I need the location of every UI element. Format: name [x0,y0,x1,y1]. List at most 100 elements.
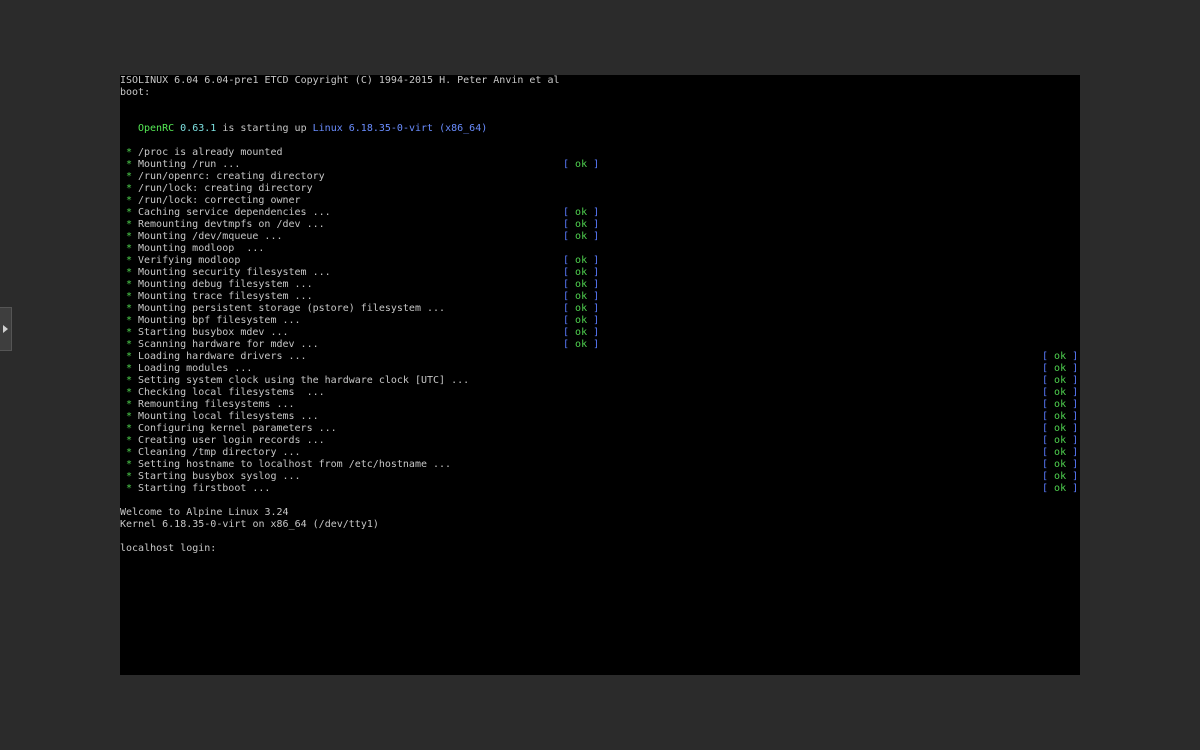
ok-status-label: ok [575,279,588,290]
service-text: Starting firstboot ... [138,483,271,494]
service-text: Mounting modloop ... [138,243,265,254]
ok-status-badge: [ ok ] [1042,447,1079,458]
ok-status-badge: [ ok ] [1042,375,1079,386]
ok-status-label: ok [1054,435,1067,446]
openrc-status-line: OpenRC 0.63.1 is starting up Linux 6.18.… [120,123,487,135]
ok-status-label: ok [1054,471,1067,482]
service-text: /run/openrc: creating directory [138,171,325,182]
service-text: /run/lock: creating directory [138,183,313,194]
service-line: * /run/lock: creating directory [120,183,313,195]
bullet-icon: * [126,315,133,326]
bullet-icon: * [126,351,133,362]
bullet-icon: * [126,375,133,386]
bullet-icon: * [126,291,133,302]
openrc-kernel: Linux 6.18.35-0-virt (x86_64) [312,123,488,134]
ok-status-label: ok [575,219,588,230]
service-line: * Setting hostname to localhost from /etc… [120,459,1078,471]
service-line: * Mounting bpf filesystem ... [ ok ] [120,315,599,327]
bullet-icon: * [126,339,133,350]
service-line: * Mounting local filesystems ... [ ok ] [120,411,1078,423]
bullet-icon: * [126,303,133,314]
service-text: Mounting trace filesystem ... [138,291,313,302]
service-text: Mounting /dev/mqueue ... [138,231,283,242]
isolinux-banner: ISOLINUX 6.04 6.04-pre1 ETCD Copyright (… [120,75,560,86]
login-line[interactable]: localhost login: [120,543,222,555]
bullet-icon: * [126,363,133,374]
ok-status-label: ok [1054,363,1067,374]
bullet-icon: * [126,231,133,242]
ok-status-badge: [ ok ] [563,231,600,242]
service-line: * Mounting persistent storage (pstore) fi… [120,303,599,315]
service-text: Setting system clock using the hardware … [138,375,470,386]
bullet-icon: * [126,483,133,494]
ok-status-label: ok [575,231,588,242]
ok-status-label: ok [1054,387,1067,398]
kernel-info: Kernel 6.18.35-0-virt on x86_64 (/dev/tt… [120,519,379,530]
ok-status-badge: [ ok ] [563,303,600,314]
service-text: /proc is already mounted [138,147,283,158]
openrc-name: OpenRC [138,123,175,134]
ok-status-badge: [ ok ] [563,339,600,350]
ok-status-label: ok [575,159,588,170]
side-panel-toggle[interactable] [0,307,12,351]
openrc-middle-text: is starting up [222,123,307,134]
service-line: * /proc is already mounted [120,147,283,159]
ok-status-label: ok [1054,375,1067,386]
ok-status-label: ok [575,303,588,314]
service-text: Mounting debug filesystem ... [138,279,313,290]
ok-status-label: ok [1054,459,1067,470]
service-text: Cleaning /tmp directory ... [138,447,301,458]
service-text: Configuring kernel parameters ... [138,423,337,434]
service-line: * Starting busybox syslog ... [ ok ] [120,471,1078,483]
ok-status-badge: [ ok ] [563,291,600,302]
service-text: Mounting local filesystems ... [138,411,319,422]
bullet-icon: * [126,399,133,410]
service-line: * Cleaning /tmp directory ... [ ok ] [120,447,1078,459]
ok-status-badge: [ ok ] [563,279,600,290]
ok-status-label: ok [1054,351,1067,362]
bullet-icon: * [126,435,133,446]
service-text: Starting busybox mdev ... [138,327,289,338]
bullet-icon: * [126,447,133,458]
service-line: * Mounting /run ... [ ok ] [120,159,599,171]
ok-status-label: ok [1054,483,1067,494]
ok-status-label: ok [575,207,588,218]
service-text: Remounting filesystems ... [138,399,295,410]
login-prompt: localhost login: [120,543,217,554]
bullet-icon: * [126,243,133,254]
console-screen[interactable]: ISOLINUX 6.04 6.04-pre1 ETCD Copyright (… [120,75,1080,675]
service-line: * /run/openrc: creating directory [120,171,325,183]
ok-status-badge: [ ok ] [563,159,600,170]
bullet-icon: * [126,267,133,278]
ok-status-label: ok [575,315,588,326]
ok-status-label: ok [1054,447,1067,458]
ok-status-badge: [ ok ] [1042,387,1079,398]
ok-status-label: ok [575,291,588,302]
service-text: Setting hostname to localhost from /etc/… [138,459,452,470]
service-line: * Creating user login records ... [ ok ] [120,435,1078,447]
service-text: Verifying modloop [138,255,241,266]
service-line: * /run/lock: correcting owner [120,195,301,207]
bullet-icon: * [126,147,133,158]
service-line: * Configuring kernel parameters ... [ ok ] [120,423,1078,435]
ok-status-label: ok [575,327,588,338]
service-line: * Mounting trace filesystem ... [ ok ] [120,291,599,303]
ok-status-label: ok [1054,411,1067,422]
service-line: * Mounting modloop ... [120,243,264,255]
service-text: Remounting devtmpfs on /dev ... [138,219,325,230]
bullet-icon: * [126,207,133,218]
ok-status-label: ok [1054,423,1067,434]
welcome-message: Welcome to Alpine Linux 3.24 [120,507,289,518]
service-line: * Loading hardware drivers ... [ ok ] [120,351,1078,363]
service-text: Loading hardware drivers ... [138,351,307,362]
service-line: * Caching service dependencies ... [ ok ] [120,207,599,219]
console-output: ISOLINUX 6.04 6.04-pre1 ETCD Copyright (… [120,75,1080,675]
ok-status-badge: [ ok ] [1042,411,1079,422]
service-line: * Remounting devtmpfs on /dev ... [ ok ] [120,219,599,231]
ok-status-badge: [ ok ] [1042,351,1079,362]
ok-status-label: ok [575,267,588,278]
service-line: * Starting busybox mdev ... [ ok ] [120,327,599,339]
bullet-icon: * [126,411,133,422]
bullet-icon: * [126,159,133,170]
ok-status-badge: [ ok ] [563,219,600,230]
